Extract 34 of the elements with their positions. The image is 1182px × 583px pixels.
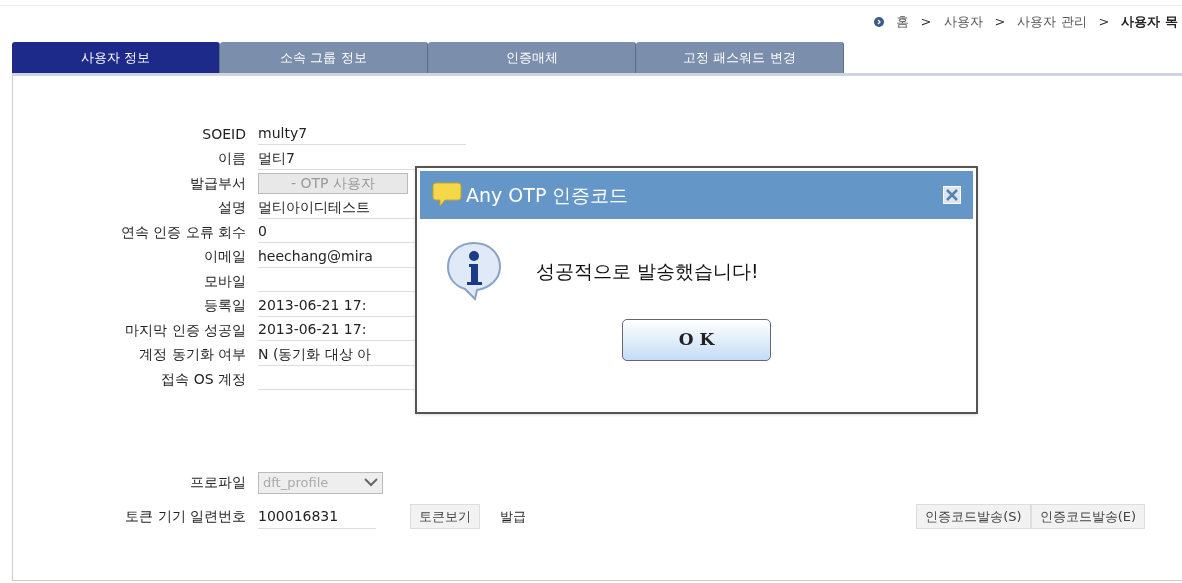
speech-bubble-icon: [432, 181, 462, 209]
home-bullet-icon: [873, 17, 884, 27]
chevron-down-icon: [364, 478, 378, 487]
dialog-message: 성공적으로 발송했습니다!: [536, 258, 759, 284]
ok-button[interactable]: O K: [622, 319, 771, 361]
field-label: SOEID: [201, 124, 246, 144]
field-label: 모바일: [203, 271, 246, 291]
field-label: 연속 인증 오류 회수: [119, 222, 246, 242]
field-label: 토큰 기기 일련번호: [124, 507, 246, 526]
field-label: 이메일: [203, 247, 246, 267]
field-label: 등록일: [203, 296, 246, 316]
close-icon[interactable]: [943, 186, 961, 204]
field-label: 프로파일: [189, 473, 246, 492]
send-code-button[interactable]: 인증코드발송(E): [1030, 504, 1145, 529]
dialog-title: Any OTP 인증코드: [466, 182, 629, 208]
input-field[interactable]: multy7: [258, 123, 466, 146]
field-label: 접속 OS 계정: [160, 369, 246, 389]
breadcrumb-item[interactable]: 사용자 관리: [1017, 12, 1087, 32]
breadcrumb-item[interactable]: 홈: [895, 12, 909, 32]
tab[interactable]: 사용자 정보: [12, 42, 220, 73]
field-label: 이름: [217, 149, 246, 169]
breadcrumb-item: 사용자 목: [1121, 13, 1178, 32]
serial-field[interactable]: 100016831: [258, 504, 376, 529]
field-label: 계정 동기화 여부: [138, 345, 246, 365]
field-label: 마지막 인증 성공일: [124, 320, 246, 340]
send-code-button[interactable]: 인증코드발송(S): [916, 504, 1031, 529]
breadcrumb-separator: >: [920, 13, 932, 32]
issue-status: 발급: [500, 507, 526, 526]
breadcrumb-separator: >: [994, 13, 1006, 32]
field-label: 설명: [217, 198, 246, 218]
breadcrumb-separator: >: [1098, 13, 1110, 32]
breadcrumb-item[interactable]: 사용자: [943, 12, 983, 32]
field-label: 발급부서: [189, 173, 246, 193]
view-token-button[interactable]: 토큰보기: [410, 504, 480, 529]
